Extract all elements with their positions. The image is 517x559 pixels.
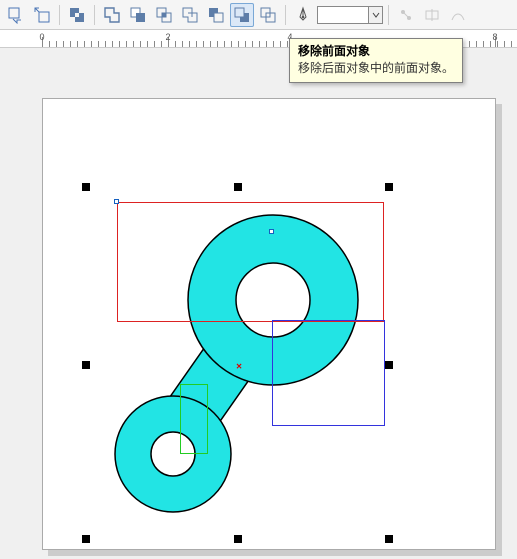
- ruler-number: 0: [39, 32, 44, 42]
- property-bar: [0, 0, 517, 30]
- remove-back-icon[interactable]: [230, 3, 254, 27]
- boundary-icon[interactable]: [256, 3, 280, 27]
- simplify-icon[interactable]: [178, 3, 202, 27]
- fill-control: [317, 6, 383, 24]
- selection-handle[interactable]: [82, 535, 90, 543]
- selection-handle[interactable]: [234, 183, 242, 191]
- selection-handle[interactable]: [385, 361, 393, 369]
- selection-handle[interactable]: [234, 535, 242, 543]
- align-snap-c-icon: [446, 3, 470, 27]
- selection-handle[interactable]: [385, 535, 393, 543]
- blue-rectangle[interactable]: [272, 320, 385, 426]
- chevron-down-icon: [372, 11, 380, 19]
- tooltip: 移除前面对象 移除后面对象中的前面对象。: [289, 38, 463, 83]
- workspace[interactable]: ×: [0, 48, 517, 559]
- pen-tool-icon[interactable]: [291, 3, 315, 27]
- selection-handle[interactable]: [82, 361, 90, 369]
- control-node[interactable]: [114, 199, 119, 204]
- align-snap-a-icon: [394, 3, 418, 27]
- tooltip-desc: 移除后面对象中的前面对象。: [298, 60, 454, 77]
- pathfinder-exclude-icon[interactable]: [65, 3, 89, 27]
- toolbar-separator: [59, 5, 60, 25]
- intersect-icon[interactable]: [152, 3, 176, 27]
- figure-shape[interactable]: [43, 99, 497, 551]
- green-rectangle[interactable]: [180, 384, 208, 454]
- align-snap-b-icon: [420, 3, 444, 27]
- toolbar-separator: [285, 5, 286, 25]
- selection-handle[interactable]: [82, 183, 90, 191]
- page[interactable]: ×: [42, 98, 496, 550]
- selection-handle[interactable]: [385, 183, 393, 191]
- red-rectangle[interactable]: [117, 202, 384, 322]
- pick-object-a-icon[interactable]: [4, 3, 28, 27]
- tooltip-title: 移除前面对象: [298, 43, 454, 60]
- trim-icon[interactable]: [126, 3, 150, 27]
- pick-object-b-icon[interactable]: [30, 3, 54, 27]
- control-node[interactable]: [269, 229, 274, 234]
- selection-center-marker: ×: [236, 362, 242, 373]
- toolbar-separator: [388, 5, 389, 25]
- fill-dropdown[interactable]: [369, 6, 383, 24]
- toolbar-separator: [94, 5, 95, 25]
- subtract-front-icon[interactable]: [204, 3, 228, 27]
- fill-swatch[interactable]: [317, 6, 369, 24]
- ruler-number: 8: [492, 32, 497, 42]
- ruler-number: 2: [165, 32, 170, 42]
- union-icon[interactable]: [100, 3, 124, 27]
